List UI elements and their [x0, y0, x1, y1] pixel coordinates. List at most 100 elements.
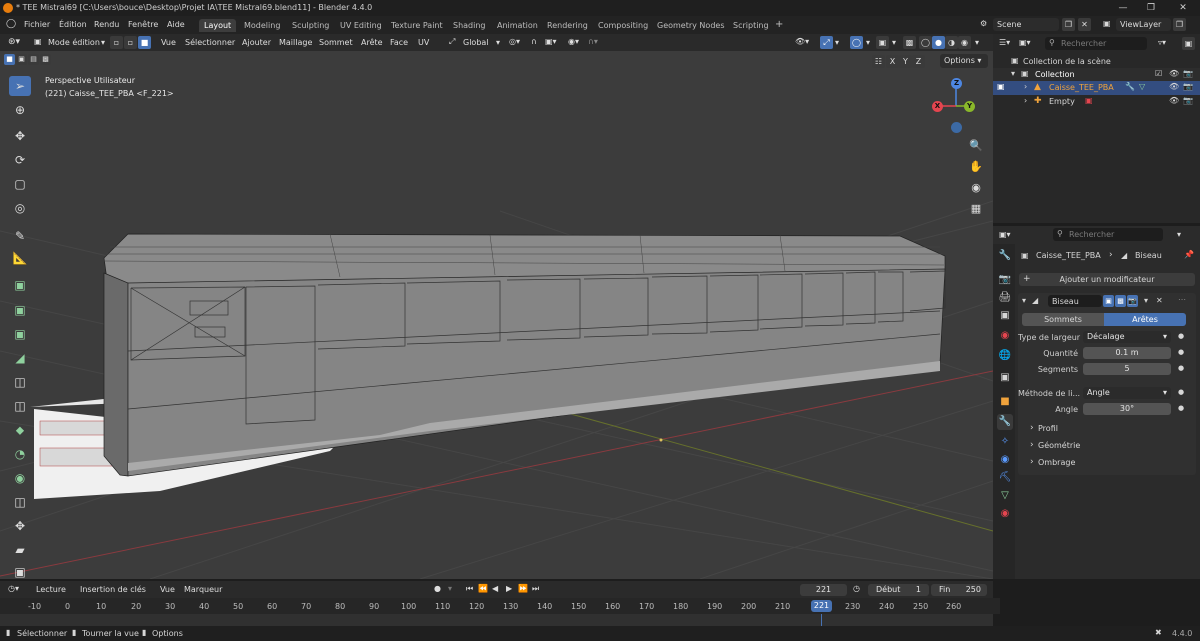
output-tab-icon[interactable]: 🖨 [997, 290, 1013, 306]
menu-lecture[interactable]: Lecture [36, 585, 66, 594]
angle-field[interactable]: 30° [1083, 403, 1171, 415]
cursor-tool-icon[interactable]: ⊕ [9, 100, 31, 120]
smooth-tool-icon[interactable]: ◉ [9, 468, 31, 488]
shading-dropdown-icon[interactable]: ▾ [975, 38, 979, 47]
outliner-item-caisse[interactable]: ▣ › ▲ Caisse_TEE_PBA 🔧 ▽ 👁 📷 [993, 81, 1200, 95]
mode-dropdown-chevron-icon[interactable]: ▾ [101, 38, 105, 47]
keyframe-dot-icon[interactable]: ● [1178, 348, 1184, 356]
select-invert-mode-icon[interactable]: ▩ [40, 54, 51, 65]
solid-shading-icon[interactable]: ● [932, 36, 945, 49]
start-frame-field[interactable]: Début 1 [868, 584, 929, 596]
jump-prev-keyframe-icon[interactable]: ⏪ [478, 584, 488, 593]
gizmo-y-axis[interactable]: Y [964, 101, 975, 112]
outliner-editor-type-icon[interactable]: ☰▾ [999, 38, 1010, 47]
outliner-root-row[interactable]: ▣ Collection de la scène [993, 55, 1200, 68]
vertex-select-icon[interactable]: ▫ [110, 36, 123, 49]
menu-aide[interactable]: Aide [167, 20, 185, 29]
tab-layout[interactable]: Layout [199, 19, 237, 32]
mode-selector[interactable]: Mode édition [48, 38, 100, 47]
outliner-collection-row[interactable]: ▾ ▣ Collection ☑ 👁 📷 [993, 68, 1200, 81]
rendered-shading-icon[interactable]: ◉ [958, 36, 971, 49]
shrink-fatten-tool-icon[interactable]: ✥ [9, 516, 31, 536]
orientation-selector[interactable]: Global [463, 38, 489, 47]
menu-marqueur[interactable]: Marqueur [184, 585, 222, 594]
mesh-overlay-dropdown-icon[interactable]: ▾ [892, 38, 896, 47]
play-reverse-icon[interactable]: ◀ [492, 584, 498, 593]
add-modifier-button[interactable]: + Ajouter un modificateur [1019, 273, 1195, 286]
object-visibility-icon[interactable]: 👁 [1169, 96, 1179, 105]
mirror-x-toggle[interactable]: X [886, 55, 899, 68]
zoom-icon[interactable]: 🔍 [966, 136, 986, 156]
falloff-icon[interactable]: ∩▾ [588, 37, 598, 46]
tab-sculpting[interactable]: Sculpting [287, 19, 334, 32]
select-extend-mode-icon[interactable]: ▣ [16, 54, 27, 65]
perspective-toggle-icon[interactable]: ▦ [966, 199, 986, 219]
limit-method-dropdown[interactable]: Angle ▾ [1083, 387, 1171, 399]
object-tab-icon[interactable]: ■ [997, 394, 1013, 410]
3d-cursor[interactable] [659, 438, 663, 442]
pan-hand-icon[interactable]: ✋ [966, 157, 986, 177]
outliner-search-field[interactable]: ⚲ Rechercher [1045, 37, 1147, 50]
tab-uv-editing[interactable]: UV Editing [335, 19, 387, 32]
filter-icon[interactable]: ▿▾ [1158, 38, 1166, 47]
new-collection-icon[interactable]: ▣ [1182, 37, 1195, 50]
view-layer-tab-icon[interactable]: ▣ [997, 308, 1013, 324]
pin-icon[interactable]: 📌 [1184, 250, 1194, 259]
modifier-name-field[interactable]: Biseau [1048, 295, 1102, 307]
editor-type-icon[interactable]: ⊛▾ [8, 37, 20, 47]
jump-start-icon[interactable]: ⏮ [466, 584, 473, 594]
close-window-icon[interactable]: ✕ [1172, 1, 1194, 15]
tab-animation[interactable]: Animation [492, 19, 543, 32]
remove-modifier-icon[interactable]: ✕ [1156, 296, 1163, 305]
timeline-editor-type-icon[interactable]: ◷▾ [8, 584, 19, 593]
end-frame-field[interactable]: Fin 250 [931, 584, 987, 596]
face-select-icon[interactable]: ■ [138, 36, 151, 49]
particles-tab-icon[interactable]: ✧ [997, 434, 1013, 450]
jump-end-icon[interactable]: ⏭ [532, 584, 539, 594]
keyframe-dot-icon[interactable]: ● [1178, 332, 1184, 340]
mirror-z-toggle[interactable]: Z [912, 55, 925, 68]
exclude-checkbox-icon[interactable]: ☑ [1155, 69, 1162, 78]
menu-vue[interactable]: Vue [161, 38, 176, 47]
edge-select-icon[interactable]: ▫ [124, 36, 137, 49]
collection-visibility-icon[interactable]: 👁 [1169, 69, 1179, 78]
expand-chevron-icon[interactable]: › [1024, 96, 1027, 105]
select-subtract-mode-icon[interactable]: ▤ [28, 54, 39, 65]
gizmo-toggle-icon[interactable]: ⤢ [820, 36, 833, 49]
properties-editor-type-icon[interactable]: ▣▾ [999, 230, 1011, 239]
gizmo-x-axis[interactable]: X [932, 101, 943, 112]
scene-tab-icon[interactable]: ◉ [997, 328, 1013, 344]
object-render-icon[interactable]: 📷 [1183, 82, 1193, 91]
move-tool-icon[interactable]: ✥ [9, 126, 31, 146]
select-tool-icon[interactable]: ➢ [9, 76, 31, 96]
object-render-icon[interactable]: 📷 [1183, 96, 1193, 105]
menu-edition[interactable]: Édition [59, 20, 87, 29]
view-layer-selector[interactable]: ViewLayer [1116, 18, 1171, 31]
new-view-layer-icon[interactable]: ❐ [1173, 18, 1186, 31]
timeline-body[interactable] [0, 614, 993, 626]
loop-cut-tool-icon[interactable]: ◫ [9, 372, 31, 392]
options-dropdown[interactable]: Options ▾ [940, 54, 988, 68]
menu-maillage[interactable]: Maillage [279, 38, 312, 47]
panel-ombrage[interactable]: › Ombrage [1022, 456, 1192, 470]
spin-tool-icon[interactable]: ◔ [9, 444, 31, 464]
modifier-menu-chevron-icon[interactable]: ▾ [1144, 296, 1148, 305]
gizmo-z-axis[interactable]: Z [951, 78, 962, 89]
collection-render-icon[interactable]: 📷 [1183, 69, 1193, 78]
menu-fichier[interactable]: Fichier [24, 20, 50, 29]
menu-timeline-vue[interactable]: Vue [160, 585, 175, 594]
affect-tab-sommets[interactable]: Sommets [1022, 313, 1104, 326]
properties-options-icon[interactable]: ▾ [1177, 230, 1181, 239]
3d-viewport[interactable]: Perspective Utilisateur (221) Caisse_TEE… [0, 51, 993, 579]
proportional-edit-icon[interactable]: ◉▾ [568, 37, 579, 46]
mirror-axis-icon[interactable]: ☷ [872, 55, 885, 68]
wireframe-shading-icon[interactable]: ◯ [919, 36, 932, 49]
delete-scene-icon[interactable]: ✕ [1078, 18, 1091, 31]
menu-face[interactable]: Face [390, 38, 408, 47]
select-box-mode-icon[interactable]: ■ [4, 54, 15, 65]
tab-scripting[interactable]: Scripting [728, 19, 774, 32]
preview-range-icon[interactable]: ◷ [853, 584, 860, 593]
gizmo-dropdown-icon[interactable]: ▾ [835, 38, 839, 47]
poly-build-tool-icon[interactable]: ⬥ [9, 420, 31, 440]
physics-tab-icon[interactable]: ◉ [997, 452, 1013, 468]
